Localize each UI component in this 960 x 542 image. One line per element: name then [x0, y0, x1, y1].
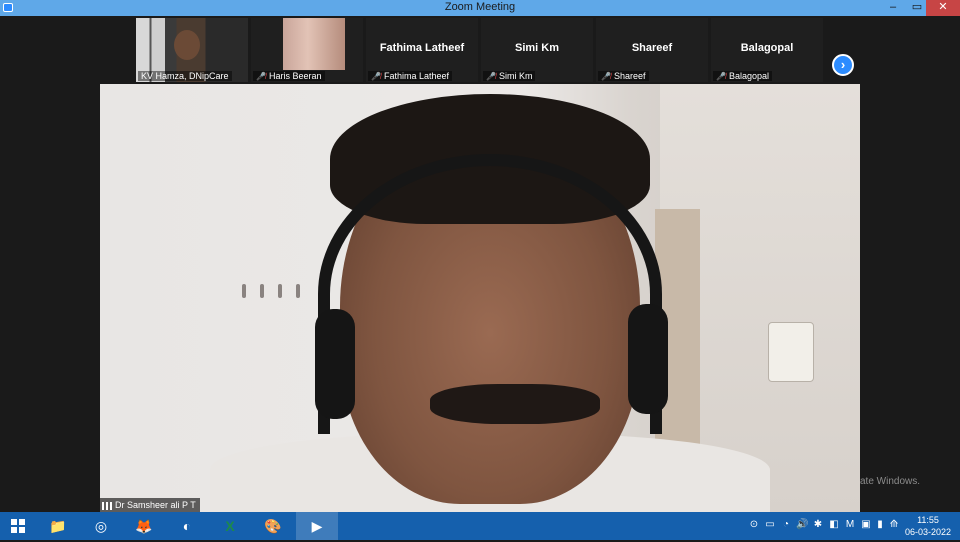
video-wall-hooks: [240, 284, 310, 298]
bluetooth-icon[interactable]: ✱: [812, 519, 824, 530]
participant-name-label: 🎤̸ Simi Km: [483, 71, 536, 81]
mic-muted-icon: 🎤̸: [256, 72, 266, 81]
participant-video: [283, 18, 345, 70]
windows-logo-icon: [11, 519, 25, 533]
participant-big-name: Shareef: [631, 42, 673, 54]
excel-icon[interactable]: X: [209, 512, 251, 540]
headset-right-earcup: [628, 304, 668, 414]
tray-icon-2[interactable]: ▭: [764, 519, 776, 530]
participant-name: KV Hamza, DNipCare: [141, 71, 229, 81]
network-icon[interactable]: ▮: [874, 519, 886, 530]
headset-icon: [318, 154, 662, 434]
participant-tile[interactable]: Shareef 🎤̸ Shareef: [596, 18, 708, 82]
participant-big-name: Balagopal: [740, 42, 794, 54]
participant-video-person: [174, 30, 200, 60]
participant-name: Haris Beeran: [268, 71, 322, 81]
speaker-name-label: Dr Samsheer ali P T: [100, 498, 200, 512]
participant-name: Simi Km: [498, 71, 533, 81]
window-title: Zoom Meeting: [444, 1, 516, 13]
edge-icon[interactable]: ◐: [166, 512, 208, 540]
mic-muted-icon: 🎤̸: [716, 72, 726, 81]
participant-tile[interactable]: Fathima Latheef 🎤̸ Fathima Latheef: [366, 18, 478, 82]
taskbar-clock[interactable]: 11:55 06-03-2022: [898, 514, 958, 538]
participant-tile[interactable]: 🎤̸ Haris Beeran: [251, 18, 363, 82]
participant-strip: KV Hamza, DNipCare 🎤̸ Haris Beeran Fathim…: [136, 18, 824, 82]
clock-time: 11:55: [917, 515, 939, 525]
active-speaker-video: [100, 84, 860, 512]
participant-tile[interactable]: KV Hamza, DNipCare: [136, 18, 248, 82]
tray-icon-7[interactable]: M: [844, 519, 856, 530]
headset-left-earcup: [315, 309, 355, 419]
next-participants-button[interactable]: ›: [832, 54, 854, 76]
participant-name: Fathima Latheef: [383, 71, 450, 81]
mic-muted-icon: 🎤̸: [486, 72, 496, 81]
participant-name-label: KV Hamza, DNipCare: [138, 71, 232, 81]
signal-strength-icon: [102, 501, 112, 510]
close-button[interactable]: ✕: [926, 0, 960, 16]
minimize-button[interactable]: –: [880, 0, 906, 16]
participant-name-label: 🎤̸ Haris Beeran: [253, 71, 325, 81]
volume-icon[interactable]: 🔊: [796, 519, 808, 530]
activate-windows-watermark: ate Windows.: [860, 476, 921, 487]
clock-date: 06-03-2022: [904, 527, 952, 537]
tray-icon-1[interactable]: ⊙: [748, 519, 760, 530]
participant-name-label: 🎤̸ Balagopal: [713, 71, 773, 81]
participant-name: Balagopal: [728, 71, 770, 81]
participant-name-label: 🎤̸ Shareef: [598, 71, 649, 81]
title-bar: Zoom Meeting – ▭ ✕: [0, 0, 960, 16]
video-wall-switch: [768, 322, 814, 382]
paint-icon[interactable]: 🎨: [252, 512, 294, 540]
participant-tile[interactable]: Balagopal 🎤̸ Balagopal: [711, 18, 823, 82]
participant-tile[interactable]: Simi Km 🎤̸ Simi Km: [481, 18, 593, 82]
start-button[interactable]: [0, 512, 36, 540]
speaker-name: Dr Samsheer ali P T: [115, 500, 196, 510]
mic-muted-icon: 🎤̸: [371, 72, 381, 81]
file-explorer-icon[interactable]: 📁: [37, 512, 79, 540]
tray-icon-3[interactable]: ◔: [780, 519, 792, 530]
taskbar: 📁 ◎ 🦊 ◐ X 🎨 ▶ ⊙ ▭ ◔ 🔊 ✱ ◧ M ▣ ▮ ⟰ 11:55 …: [0, 512, 960, 540]
antivirus-icon[interactable]: ◎: [80, 512, 122, 540]
mic-muted-icon: 🎤̸: [601, 72, 611, 81]
firefox-icon[interactable]: 🦊: [123, 512, 165, 540]
tray-icon-8[interactable]: ▣: [860, 519, 872, 530]
zoom-icon[interactable]: ▶: [296, 512, 338, 540]
participant-name: Shareef: [613, 71, 646, 81]
participant-big-name: Simi Km: [514, 42, 559, 54]
tray-icon-6[interactable]: ◧: [828, 519, 840, 530]
participant-big-name: Fathima Latheef: [379, 42, 465, 54]
participant-name-label: 🎤̸ Fathima Latheef: [368, 71, 453, 81]
